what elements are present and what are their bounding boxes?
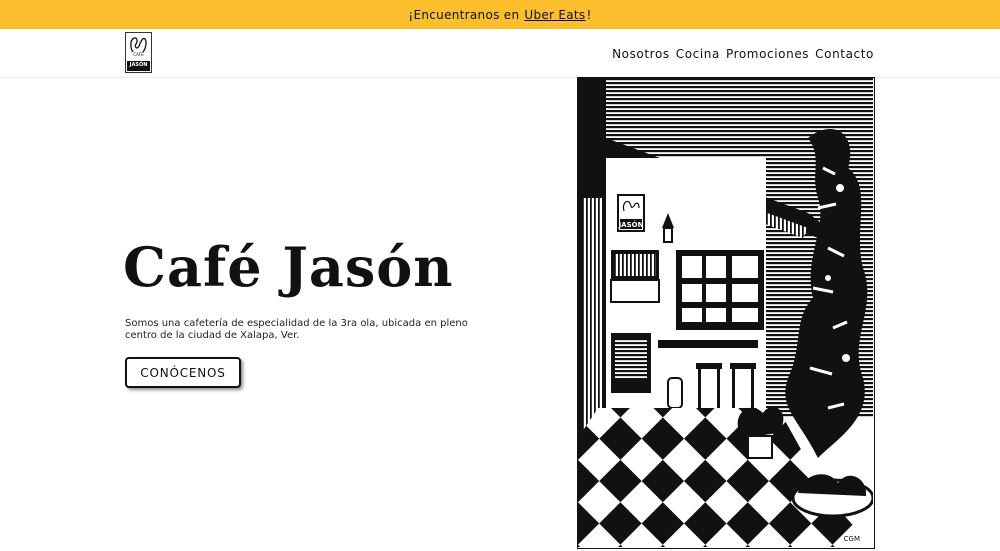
nav-contacto[interactable]: Contacto: [815, 47, 874, 61]
illustration-signature: CGM: [844, 535, 860, 543]
uber-eats-link[interactable]: Uber Eats: [524, 8, 585, 22]
cafe-woodcut-illustration: JASÓN CGM: [577, 77, 875, 549]
hero-title: Café Jasón: [123, 235, 454, 299]
announcement-prefix: ¡Encuentranos en: [408, 7, 520, 22]
main-nav: Nosotros Cocina Promociones Contacto: [612, 47, 874, 61]
nav-cocina[interactable]: Cocina: [676, 47, 720, 61]
logo-plate-text: JASÓN: [129, 62, 148, 68]
conocenos-button[interactable]: CONÓCENOS: [125, 357, 241, 388]
illustration-sign-text: JASÓN: [618, 220, 644, 229]
logo-cafe-text: CAFÉ: [133, 52, 144, 57]
hero-description: Somos una cafetería de especialidad de l…: [125, 318, 468, 341]
announcement-bar: ¡Encuentranos en Uber Eats !: [0, 0, 1000, 29]
cafe-jason-logo[interactable]: CAFÉ JASÓN: [125, 32, 152, 73]
site-header: CAFÉ JASÓN Nosotros Cocina Promociones C…: [0, 29, 1000, 78]
logo-plate: JASÓN: [127, 61, 150, 71]
nav-nosotros[interactable]: Nosotros: [612, 47, 670, 61]
announcement-suffix: !: [586, 7, 592, 22]
nav-promociones[interactable]: Promociones: [726, 47, 809, 61]
